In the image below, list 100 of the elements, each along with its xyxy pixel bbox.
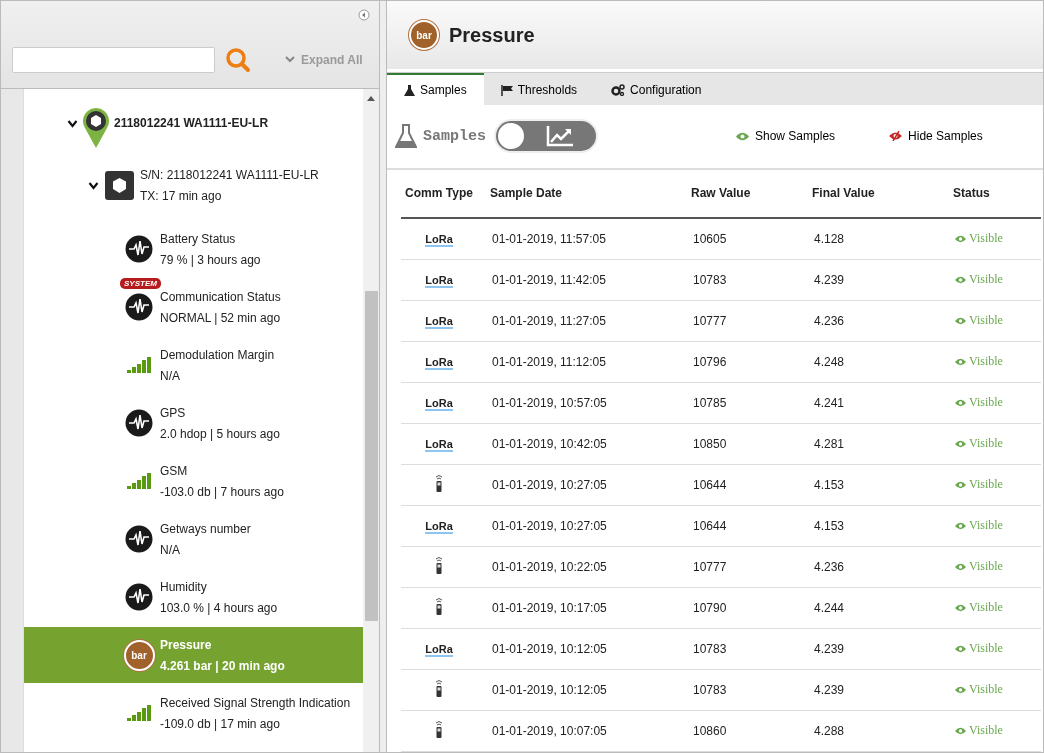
measurement-value: 79 % | 3 hours ago (160, 252, 261, 267)
page-title: Pressure (449, 23, 535, 47)
eye-icon (955, 727, 966, 735)
measurement-value: -103.0 db | 7 hours ago (160, 484, 284, 499)
column-header: Sample Date (478, 170, 679, 218)
signal-bars-icon (126, 705, 152, 721)
table-cell: 4.239 (800, 628, 941, 670)
device-label[interactable]: 2118012241 WA1111-EU-LR (114, 116, 269, 130)
status-label: Visible (969, 313, 1003, 329)
eye-icon (955, 235, 966, 243)
table-cell: 4.236 (800, 546, 941, 588)
collapse-icon[interactable] (358, 9, 370, 21)
lora-logo: LoRa (425, 520, 453, 534)
table-cell: 4.281 (800, 423, 941, 465)
table-cell: 01-01-2019, 11:27:05 (478, 300, 679, 342)
measurement-value: 4.261 bar | 20 min ago (160, 658, 285, 673)
measurement-value: N/A (160, 542, 181, 557)
table-cell: 01-01-2019, 11:42:05 (478, 259, 679, 301)
table-cell: 01-01-2019, 11:57:05 (478, 218, 679, 260)
measurement-item[interactable]: GSM -103.0 db | 7 hours ago (24, 453, 363, 509)
table-cell: 10644 (679, 505, 800, 547)
hide-samples-button[interactable]: Hide Samples (883, 128, 989, 145)
table-cell: 10850 (679, 423, 800, 465)
scroll-up-icon[interactable] (367, 95, 375, 101)
search-icon[interactable] (225, 47, 251, 73)
table-cell: 4.153 (800, 464, 941, 506)
status-label: Visible (969, 723, 1003, 739)
lora-logo: LoRa (425, 397, 453, 411)
search-field[interactable] (12, 47, 215, 73)
measurement-item[interactable]: Humidity 103.0 % | 4 hours ago (24, 569, 363, 625)
eye-icon (955, 522, 966, 530)
tab[interactable]: Samples (387, 73, 484, 105)
status-label: Visible (969, 231, 1003, 247)
cellular-device-icon (434, 720, 444, 739)
measurement-value: NORMAL | 52 min ago (160, 310, 281, 325)
table-cell: 01-01-2019, 10:12:05 (478, 669, 679, 711)
table-cell: 10785 (679, 382, 800, 424)
lora-logo: LoRa (425, 233, 453, 247)
eye-icon (955, 276, 966, 284)
measurement-item[interactable]: Demodulation Margin N/A (24, 337, 363, 393)
status-label: Visible (969, 641, 1003, 657)
measurement-item[interactable]: GPS 2.0 hdop | 5 hours ago (24, 395, 363, 451)
table-cell: 01-01-2019, 11:12:05 (478, 341, 679, 383)
status-label: Visible (969, 477, 1003, 493)
status-label: Visible (969, 436, 1003, 452)
status-label: Visible (969, 559, 1003, 575)
measurement-item[interactable]: Getways number N/A (24, 511, 363, 567)
serial-number[interactable]: S/N: 2118012241 WA1111-EU-LR (140, 168, 319, 182)
line-chart-icon (546, 125, 574, 148)
tab[interactable]: Thresholds (483, 73, 595, 105)
measurement-name: Communication Status (160, 289, 281, 304)
chevron-icon (285, 56, 295, 64)
lora-logo: LoRa (425, 315, 453, 329)
cellular-device-icon (434, 679, 444, 698)
table-cell: 10860 (679, 710, 800, 752)
table-cell: 10777 (679, 546, 800, 588)
table-cell: 10796 (679, 341, 800, 383)
unit-icon: bar (123, 639, 155, 671)
table-cell: 4.128 (800, 218, 941, 260)
measurement-item[interactable]: bar Pressure 4.261 bar | 20 min ago (24, 627, 363, 683)
waveform-icon (125, 583, 153, 611)
measurement-item[interactable]: Received Signal Strength Indication -109.0 db | 17 min ago (24, 685, 363, 741)
table-cell: 01-01-2019, 10:17:05 (478, 587, 679, 629)
gears-icon (611, 84, 626, 97)
cellular-device-icon (434, 474, 444, 493)
view-toggle[interactable] (496, 121, 596, 152)
scrollbar-thumb[interactable] (364, 291, 378, 621)
table-cell: 01-01-2019, 10:27:05 (478, 505, 679, 547)
measurement-name: Humidity (160, 579, 208, 594)
column-header: Raw Value (679, 170, 800, 218)
measurement-item[interactable]: Battery Status 79 % | 3 hours ago (24, 221, 363, 277)
chevron-icon[interactable] (88, 181, 99, 190)
cellular-device-icon (434, 597, 444, 616)
status-label: Visible (969, 395, 1003, 411)
table-cell: 01-01-2019, 10:12:05 (478, 628, 679, 670)
system-badge: SYSTEM (120, 278, 161, 289)
lora-logo: LoRa (425, 643, 453, 657)
tab[interactable]: Configuration (594, 73, 719, 105)
eye-icon (955, 399, 966, 407)
show-samples-button[interactable]: Show Samples (730, 128, 842, 145)
flag-icon (500, 84, 513, 96)
measurement-item[interactable]: SYSTEM Communication Status NORMAL | 52 min ago (24, 279, 363, 335)
status-label: Visible (969, 354, 1003, 370)
table-cell: 4.239 (800, 669, 941, 711)
flask-icon (395, 124, 417, 149)
table-cell: 10783 (679, 628, 800, 670)
waveform-icon (125, 293, 153, 321)
status-label: Visible (969, 682, 1003, 698)
column-header: Status (941, 170, 1041, 218)
table-cell: 4.248 (800, 341, 941, 383)
samples-label: Samples (423, 127, 486, 145)
lora-logo: LoRa (425, 438, 453, 452)
table-cell: 4.244 (800, 587, 941, 629)
lora-logo: LoRa (425, 274, 453, 288)
chevron-icon[interactable] (67, 120, 78, 128)
waveform-icon (125, 525, 153, 553)
eye-icon (955, 440, 966, 448)
table-cell: 01-01-2019, 10:07:05 (478, 710, 679, 752)
map-pin-icon (83, 108, 109, 148)
eye-slash-icon (889, 131, 903, 142)
